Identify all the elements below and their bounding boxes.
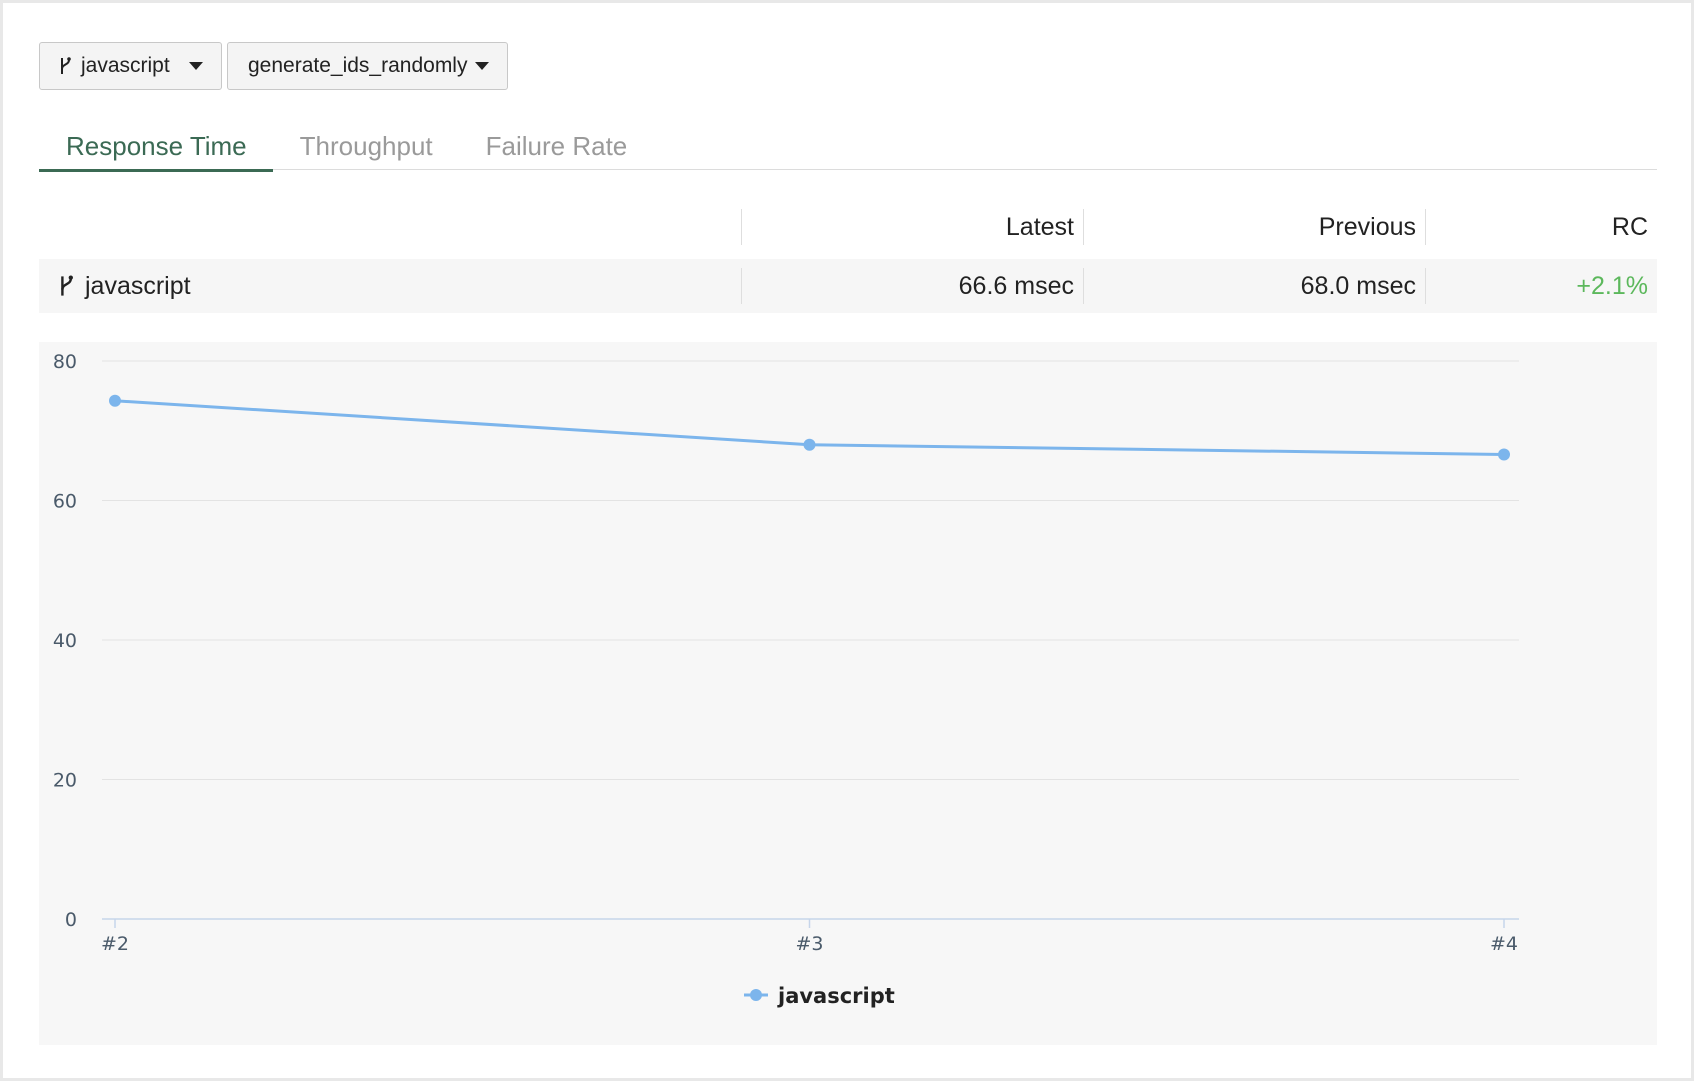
y-tick-label: 80 [53,351,77,373]
row-previous: 68.0 msec [1084,268,1426,304]
legend-label: javascript [777,984,895,1008]
chart-svg: 0 20 40 60 80 #2 #3 #4 javascript [53,351,1519,1008]
table-header-row: Latest Previous RC [39,199,1657,255]
test-dropdown[interactable]: generate_ids_randomly [227,42,508,90]
y-tick-label: 20 [53,770,77,792]
row-latest: 66.6 msec [742,268,1084,304]
test-dropdown-label: generate_ids_randomly [248,54,468,77]
x-tick-label: #3 [795,933,823,955]
row-rc: +2.1% [1576,271,1648,300]
header-rc: RC [1611,212,1648,241]
branch-dropdown[interactable]: javascript [39,42,222,90]
data-point [803,438,816,451]
data-point [1498,448,1510,461]
chevron-down-icon [475,62,489,70]
branch-dropdown-label: javascript [81,54,170,77]
branch-icon [61,275,73,296]
tab-response-time[interactable]: Response Time [39,121,273,172]
table-row: javascript 66.6 msec 68.0 msec +2.1% [39,259,1657,313]
header-previous: Previous [1084,209,1426,245]
row-name: javascript [39,268,742,304]
y-tick-label: 60 [53,491,77,513]
tab-failure-rate[interactable]: Failure Rate [459,121,654,169]
x-tick-label: #4 [1490,933,1518,955]
legend-symbol-marker [750,989,762,1001]
y-tick-label: 0 [65,909,77,931]
branch-icon [61,57,71,74]
header-name [39,209,742,245]
row-name-label: javascript [85,271,191,300]
response-time-chart: 0 20 40 60 80 #2 #3 #4 javascript [39,342,1657,1045]
header-latest: Latest [742,209,1084,245]
tab-throughput[interactable]: Throughput [273,121,459,169]
y-tick-label: 40 [53,630,77,652]
x-tick-label: #2 [101,933,129,955]
data-point [109,394,121,407]
chevron-down-icon [189,62,203,70]
dashboard-panel: javascript generate_ids_randomly Respons… [3,3,1691,1078]
metric-tabs: Response Time Throughput Failure Rate [39,121,1657,172]
summary-table: Latest Previous RC javascript 66.6 msec … [39,199,1657,313]
